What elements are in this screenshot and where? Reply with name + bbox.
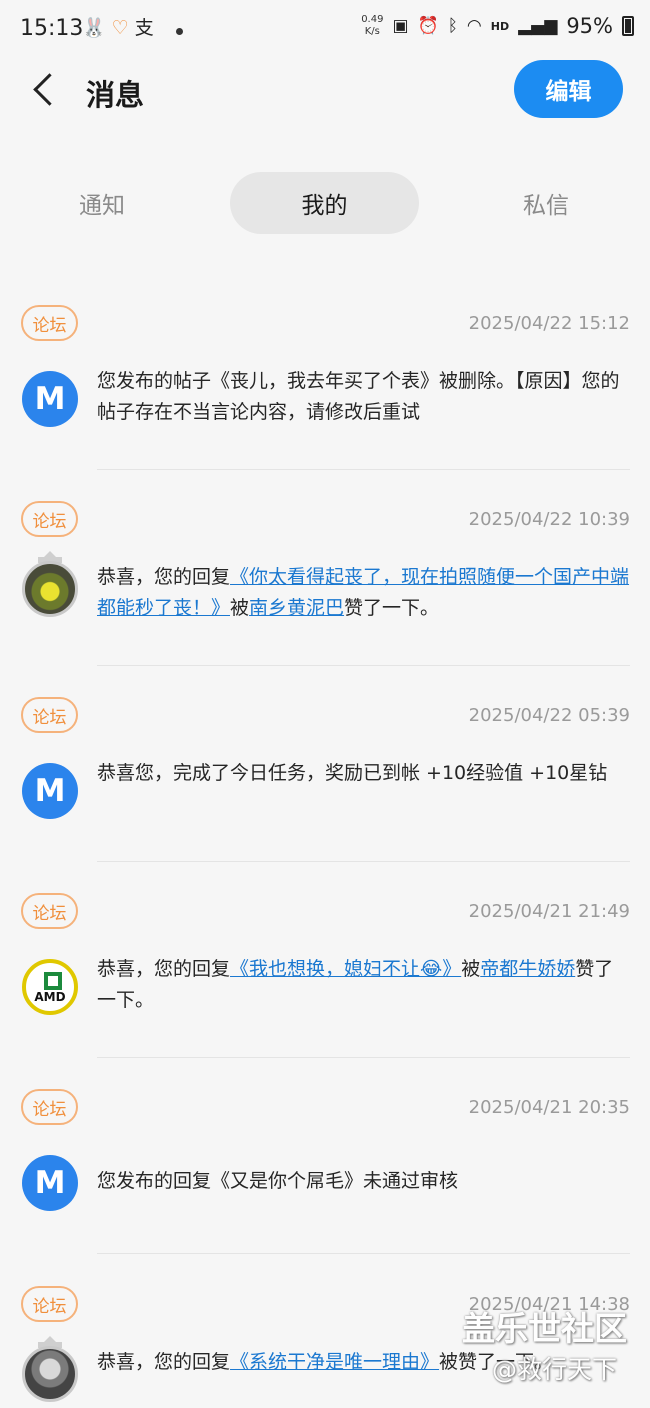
user-avatar[interactable] [22,561,78,617]
message-time: 2025/04/21 21:49 [468,901,630,922]
tab-notifications[interactable]: 通知 [30,172,174,234]
edit-button[interactable]: 编辑 [514,60,623,118]
forum-tag: 论坛 [21,1089,78,1125]
divider [97,861,630,862]
message-item[interactable]: 论坛 2025/04/21 20:35 M 您发布的回复《又是你个屌毛》未通过审… [0,1089,650,1254]
bunny-icon: 🐰 [82,17,106,39]
user-link[interactable]: 南乡黄泥巴 [249,597,344,619]
message-text: 恭喜您，完成了今日任务，奖励已到帐 +10经验值 +10星钻 [97,762,608,784]
system-avatar: M [22,763,78,819]
system-avatar: M [22,1155,78,1211]
forum-tag: 论坛 [21,305,78,341]
forum-tag: 论坛 [21,893,78,929]
status-time: 15:13 [20,16,84,41]
message-item[interactable]: 论坛 2025/04/22 05:39 M 恭喜您，完成了今日任务，奖励已到帐 … [0,697,650,862]
system-avatar: M [22,371,78,427]
message-time: 2025/04/22 10:39 [468,509,630,530]
user-avatar[interactable]: AMD [22,959,78,1015]
amd-logo-icon [44,972,62,990]
post-link[interactable]: 《系统干净是唯一理由》 [230,1351,439,1373]
signal-icon: ▂▄▆ [518,16,558,36]
message-time: 2025/04/21 20:35 [468,1097,630,1118]
user-avatar[interactable] [22,1346,78,1402]
watermark-title: 盖乐世社区 [462,1309,627,1348]
message-text: 您发布的帖子《丧儿，我去年买了个表》被删除。【原因】您的帖子存在不当言论内容，请… [97,370,620,423]
notification-icons: 🐰 ♡ 支 [82,16,154,40]
message-item[interactable]: 论坛 2025/04/21 21:49 AMD 恭喜，您的回复《我也想换，媳妇不… [0,893,650,1058]
divider [97,665,630,666]
tab-private-messages[interactable]: 私信 [474,172,618,234]
back-button[interactable] [26,68,66,112]
network-speed: 0.49 K/s [361,14,384,37]
alarm-icon: ⏰ [417,16,439,36]
divider [97,1253,630,1254]
user-link[interactable]: 帝都牛娇娇 [480,958,575,980]
hd-indicator: HD [490,19,510,33]
message-item[interactable]: 论坛 2025/04/22 10:39 恭喜，您的回复《你太看得起丧了，现在拍照… [0,501,650,666]
message-text: 恭喜，您的回复《我也想换，媳妇不让😂》被帝都牛娇娇赞了一下。 [97,958,614,1011]
divider [97,469,630,470]
message-time: 2025/04/22 15:12 [468,313,630,334]
tab-mine[interactable]: 我的 [230,172,419,234]
page-title: 消息 [86,78,145,112]
message-text: 您发布的回复《又是你个屌毛》未通过审核 [97,1170,459,1192]
more-notifications-dot [176,28,183,35]
battery-icon [622,16,634,36]
message-item[interactable]: 论坛 2025/04/22 15:12 M 您发布的帖子《丧儿，我去年买了个表》… [0,305,650,470]
heart-icon: ♡ [111,17,129,39]
message-icon: ▣ [392,16,409,36]
forum-tag: 论坛 [21,1286,78,1322]
message-text: 恭喜，您的回复《你太看得起丧了，现在拍照随便一个国产中端都能秒了丧！》被南乡黄泥… [97,566,630,619]
forum-tag: 论坛 [21,697,78,733]
watermark-author: @救行天下 [492,1355,618,1384]
bluetooth-icon: ᛒ [447,16,458,36]
wifi-icon: ◠ [466,16,482,36]
battery-level: 95% [566,14,613,38]
message-time: 2025/04/22 05:39 [468,705,630,726]
post-link[interactable]: 《我也想换，媳妇不让😂》 [230,958,461,980]
divider [97,1057,630,1058]
tab-bar: 通知 我的 私信 [0,172,650,234]
forum-tag: 论坛 [21,501,78,537]
alipay-icon: 支 [134,17,154,39]
status-bar: 15:13 🐰 ♡ 支 0.49 K/s ▣ ⏰ ᛒ ◠ HD ▂▄▆ 95% [0,0,650,62]
